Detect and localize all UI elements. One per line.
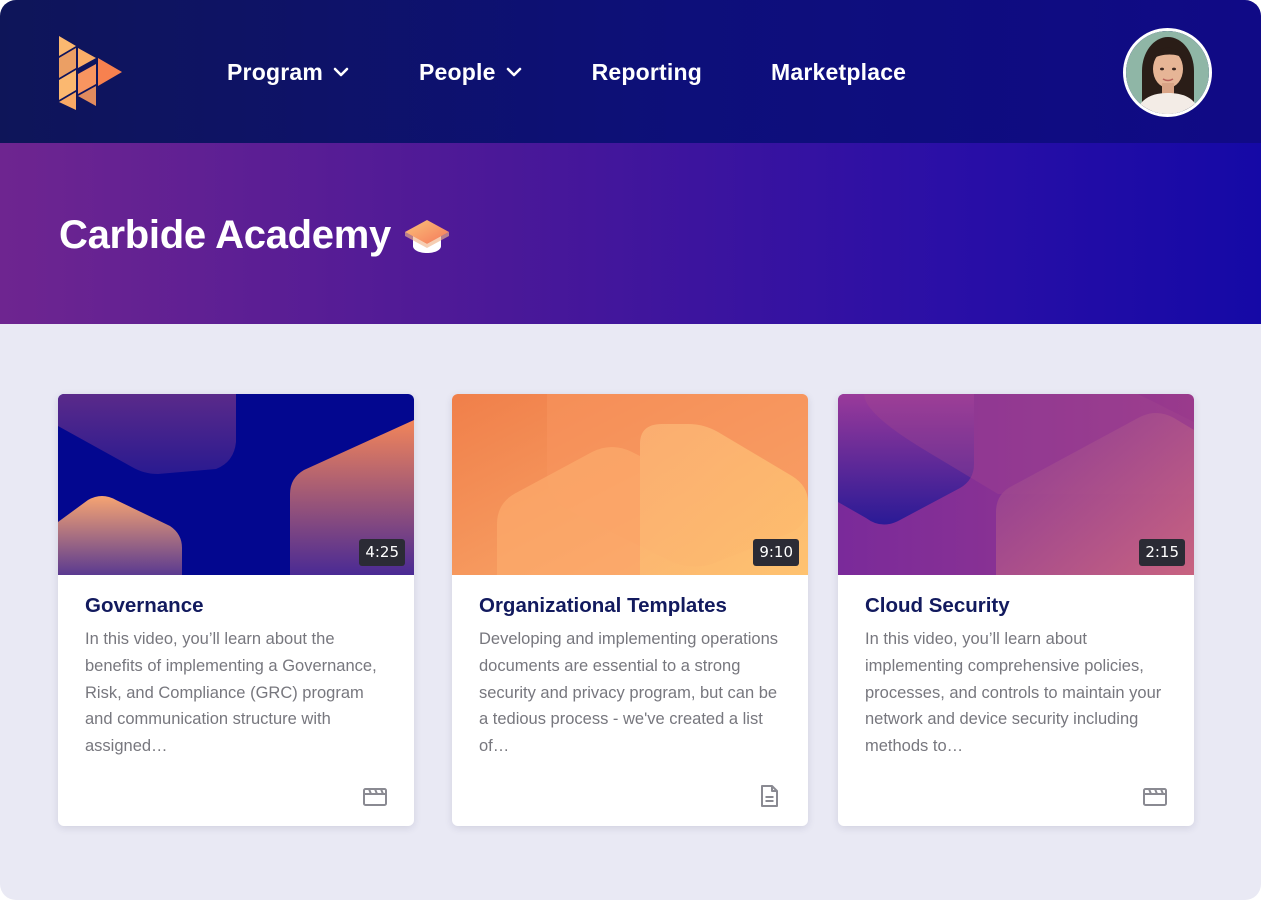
nav-item-program[interactable]: Program [227, 59, 350, 86]
card-description: In this video, you’ll learn about implem… [865, 630, 1162, 756]
course-card-organizational-templates[interactable]: 9:10 Organizational Templates Developing… [452, 394, 808, 826]
app-frame: Program People Reporting Marketplace Car… [0, 0, 1261, 900]
graduation-cap-icon [404, 219, 449, 253]
nav-item-label: Program [227, 58, 323, 85]
chevron-down-icon [506, 67, 521, 77]
chevron-down-icon [333, 67, 349, 77]
card-description: In this video, you’ll learn about the be… [85, 630, 377, 756]
carbide-logo-icon[interactable] [56, 34, 126, 110]
video-thumbnail[interactable]: 2:15 [838, 394, 1194, 575]
hero-banner: Carbide Academy [0, 143, 1261, 324]
page-title-text: Carbide Academy [59, 213, 391, 257]
user-avatar[interactable] [1123, 28, 1212, 117]
document-thumbnail[interactable]: 9:10 [452, 394, 808, 575]
nav-item-label: Reporting [591, 58, 703, 85]
page-title: Carbide Academy [59, 213, 451, 258]
main-nav: Program People Reporting Marketplace [227, 54, 975, 90]
document-icon [761, 785, 778, 807]
card-description: Developing and implementing operations d… [479, 630, 779, 756]
card-title[interactable]: Organizational Templates [479, 594, 788, 618]
video-duration-badge: 2:15 [1139, 539, 1185, 566]
course-card-grid: 4:25 Governance In this video, you’ll le… [58, 394, 1198, 826]
avatar-portrait [1126, 31, 1209, 114]
nav-item-people[interactable]: People [419, 59, 523, 86]
top-nav: Program People Reporting Marketplace [0, 0, 1261, 143]
nav-item-label: Marketplace [771, 58, 907, 85]
video-clapperboard-icon [1143, 788, 1167, 806]
video-clapperboard-icon [363, 788, 387, 806]
course-card-cloud-security[interactable]: 2:15 Cloud Security In this video, you’l… [838, 394, 1194, 826]
video-duration-badge: 9:10 [753, 539, 799, 566]
video-duration-badge: 4:25 [359, 539, 405, 566]
card-title[interactable]: Cloud Security [865, 594, 1174, 618]
nav-item-marketplace[interactable]: Marketplace [771, 59, 906, 86]
nav-item-reporting[interactable]: Reporting [592, 59, 702, 86]
card-title[interactable]: Governance [85, 594, 394, 618]
nav-item-label: People [418, 58, 496, 85]
course-card-governance[interactable]: 4:25 Governance In this video, you’ll le… [58, 394, 414, 826]
video-thumbnail[interactable]: 4:25 [58, 394, 414, 575]
